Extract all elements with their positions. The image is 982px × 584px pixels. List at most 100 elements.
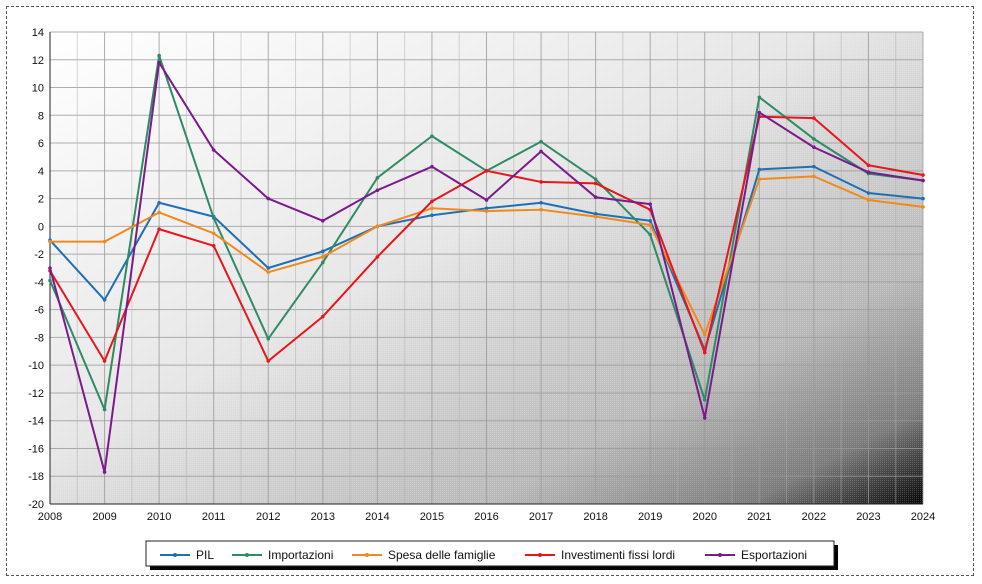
data-point: [375, 255, 380, 259]
data-point: [484, 198, 489, 202]
y-tick-label: 12: [32, 55, 44, 67]
legend-swatch-marker: [718, 553, 722, 557]
data-point: [648, 232, 652, 237]
data-point: [211, 231, 216, 236]
data-point: [430, 206, 434, 211]
data-point: [157, 227, 161, 231]
y-tick-label: 14: [32, 27, 44, 39]
data-point: [757, 95, 762, 100]
data-point: [866, 191, 871, 195]
data-point: [321, 255, 325, 259]
data-point: [648, 223, 652, 227]
data-point: [102, 470, 107, 474]
x-tick-label: 2013: [311, 511, 335, 523]
data-point: [921, 205, 925, 209]
data-point: [211, 243, 216, 248]
data-point: [157, 60, 161, 65]
data-point: [702, 350, 707, 355]
y-tick-label: 2: [38, 194, 44, 206]
data-point: [866, 163, 871, 168]
x-tick-label: 2012: [256, 511, 280, 523]
data-point: [921, 196, 925, 201]
data-point: [211, 148, 216, 152]
y-tick-labels: 14 12 10 8 6 4 2 0 -2 -4 -6 -8 -10 -12 -14 -16 -18 -20: [28, 27, 44, 511]
data-point: [539, 180, 543, 184]
x-tick-label: 2014: [365, 511, 389, 523]
data-point: [593, 177, 598, 181]
data-point: [211, 216, 216, 220]
data-point: [157, 53, 161, 58]
y-tick-label: -10: [28, 360, 44, 372]
x-tick-label: 2008: [38, 511, 62, 523]
data-point: [648, 219, 652, 223]
data-point: [430, 134, 434, 138]
y-tick-label: -12: [28, 388, 44, 400]
y-tick-label: -2: [34, 249, 44, 261]
data-point: [921, 173, 925, 177]
data-point: [266, 266, 271, 270]
legend-label: PIL: [196, 548, 214, 562]
legend-label: Esportazioni: [741, 548, 807, 562]
x-tick-label: 2019: [638, 511, 662, 523]
x-tick-label: 2021: [747, 511, 771, 523]
legend-swatch-marker: [538, 553, 542, 557]
data-point: [866, 198, 871, 202]
data-point: [757, 167, 762, 172]
y-tick-label: 8: [38, 110, 44, 122]
x-tick-label: 2010: [147, 511, 171, 523]
legend: PIL Importazioni Spesa delle famiglie Inves…: [145, 540, 838, 570]
data-point: [430, 213, 434, 218]
data-point: [102, 407, 107, 412]
y-tick-label: 4: [38, 166, 44, 178]
y-tick-label: 10: [32, 83, 44, 95]
data-point: [266, 337, 271, 341]
data-point: [866, 170, 871, 175]
data-point: [812, 164, 816, 169]
data-point: [48, 239, 52, 244]
x-tick-label: 2020: [693, 511, 717, 523]
y-tick-label: -8: [34, 332, 44, 344]
x-tick-label: 2017: [529, 511, 553, 523]
data-point: [484, 209, 489, 213]
data-point: [539, 149, 543, 154]
data-point: [321, 260, 325, 265]
data-point: [102, 359, 107, 363]
y-tick-label: -16: [28, 443, 44, 455]
data-point: [375, 175, 380, 180]
data-point: [48, 266, 52, 270]
data-point: [102, 239, 107, 244]
x-tick-label: 2022: [802, 511, 826, 523]
data-point: [375, 224, 380, 229]
legend-swatch-marker: [245, 553, 249, 557]
x-tick-label: 2018: [583, 511, 607, 523]
data-point: [593, 181, 598, 186]
data-point: [921, 178, 925, 183]
data-point: [321, 314, 325, 319]
data-point: [266, 270, 271, 274]
legend-label: Investimenti fissi lordi: [561, 548, 675, 562]
y-tick-label: 0: [38, 221, 44, 233]
data-point: [102, 298, 107, 302]
x-tick-label: 2011: [202, 511, 226, 523]
data-point: [757, 177, 762, 181]
data-point: [266, 359, 271, 363]
x-tick-label: 2024: [911, 511, 935, 523]
data-point: [157, 210, 161, 215]
y-tick-label: -4: [34, 277, 44, 289]
y-tick-label: 6: [38, 138, 44, 150]
data-point: [702, 332, 707, 337]
legend-label: Spesa delle famiglie: [388, 548, 496, 562]
legend-swatch-marker: [365, 553, 369, 557]
y-tick-label: -14: [28, 416, 44, 428]
y-tick-label: -18: [28, 471, 44, 483]
line-chart: 14 12 10 8 6 4 2 0 -2 -4 -6 -8 -10 -12 -14 -16 -18 -20 20…: [28, 27, 935, 570]
data-point: [648, 202, 652, 206]
data-point: [430, 199, 434, 204]
data-point: [812, 137, 816, 141]
data-point: [593, 195, 598, 199]
data-point: [702, 416, 707, 420]
data-point: [593, 214, 598, 219]
legend-label: Importazioni: [268, 548, 333, 562]
data-point: [375, 188, 380, 193]
data-point: [539, 139, 543, 144]
